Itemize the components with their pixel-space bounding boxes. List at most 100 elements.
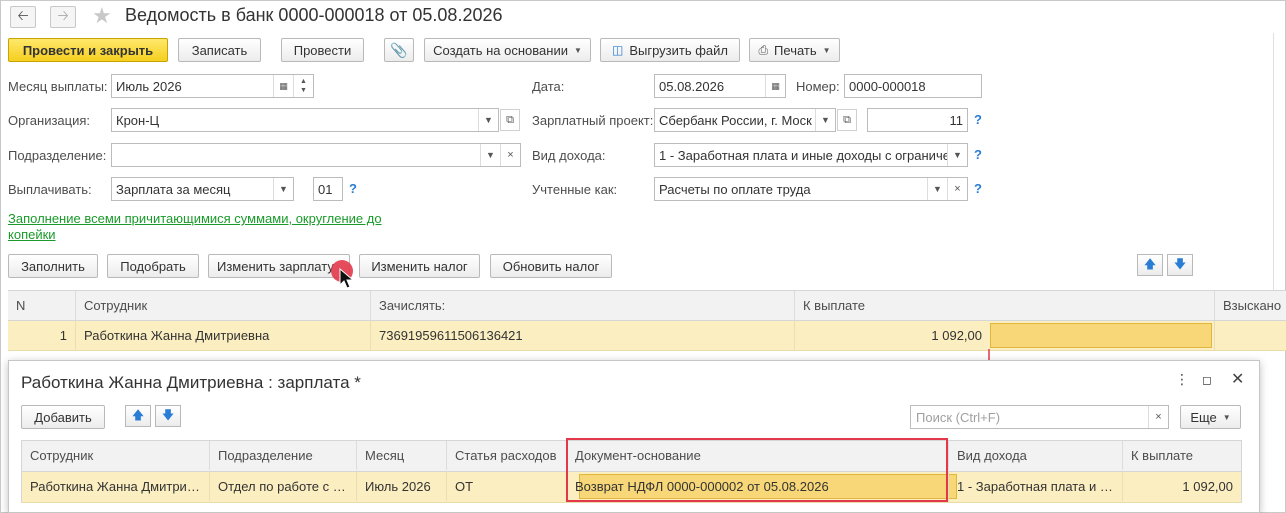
chevron-down-icon: ▼ [822,45,831,55]
back-button[interactable]: 🡠 [10,6,36,28]
chevron-down-icon[interactable]: ▼ [815,109,835,131]
help-icon[interactable]: ? [349,181,357,196]
table-header: N Сотрудник Зачислять: К выплате Взыскан… [8,290,1286,321]
move-down-button[interactable]: 🡇 [155,405,181,427]
col-month[interactable]: Месяц [356,441,446,470]
help-icon[interactable]: ? [974,147,982,162]
clear-icon[interactable]: × [500,144,520,166]
spinner-icon[interactable]: ▲ ▼ [293,75,313,97]
help-icon[interactable]: ? [974,112,982,127]
arrow-up-icon: 🡅 [1143,256,1157,271]
selected-cell[interactable] [990,323,1212,348]
add-button[interactable]: Добавить [21,405,105,429]
chevron-down-icon[interactable]: ▼ [480,144,500,166]
department-label: Подразделение: [8,148,107,163]
pay-label: Выплачивать: [8,182,92,197]
arrow-left-icon: 🡠 [17,7,29,23]
export-icon: ◫ [611,43,624,57]
clear-icon[interactable]: × [947,178,967,200]
col-n[interactable]: N [8,291,75,320]
col-employee[interactable]: Сотрудник [75,291,370,320]
cell-income-type: 1 - Заработная плата и … [948,472,1122,501]
col-income-type[interactable]: Вид дохода [948,441,1122,470]
export-file-label: Выгрузить файл [629,42,729,58]
clear-icon[interactable]: × [1148,406,1168,428]
more-actions-icon[interactable]: ⋮ [1175,371,1189,388]
col-collected[interactable]: Взыскано [1214,291,1286,320]
organization-field[interactable]: Крон-Ц ▼ [111,108,499,132]
cell-employee: Работкина Жанна Дмитриевна [75,321,370,350]
col-amount[interactable]: К выплате [794,291,1214,320]
open-salary-project-button[interactable]: ⧉ [837,109,857,131]
number-field[interactable]: 0000-000018 [844,74,982,98]
attach-button[interactable]: 📎 [384,38,414,62]
print-button[interactable]: ⎙ Печать ▼ [749,38,840,62]
maximize-icon[interactable]: ◻ [1202,373,1212,387]
more-label: Еще [1190,409,1217,425]
cell-expense: ОТ [446,472,566,501]
chevron-down-icon[interactable]: ▼ [478,109,498,131]
mouse-cursor-icon [339,268,355,289]
chevron-down-icon: ▼ [573,45,582,55]
salary-project-value: Сбербанк России, г. Моск [659,112,812,128]
create-based-on-label: Создать на основании [433,42,568,58]
forward-button[interactable]: 🡢 [50,6,76,28]
highlight-box [566,438,948,502]
fill-button[interactable]: Заполнить [8,254,98,278]
month-label: Месяц выплаты: [8,79,108,94]
change-tax-button[interactable]: Изменить налог [359,254,480,278]
help-icon[interactable]: ? [974,181,982,196]
col-expense[interactable]: Статья расходов [446,441,566,470]
project-count-value: 11 [949,112,964,128]
move-down-button[interactable]: 🡇 [1167,254,1193,276]
export-file-button[interactable]: ◫ Выгрузить файл [600,38,740,62]
col-amount[interactable]: К выплате [1122,441,1241,470]
page-title: Ведомость в банк 0000-000018 от 05.08.20… [125,5,503,25]
department-field[interactable]: ▼ × [111,143,521,167]
move-up-button[interactable]: 🡅 [1137,254,1163,276]
col-account[interactable]: Зачислять: [370,291,794,320]
cell-account: 7369195961150613642​1 [370,321,794,350]
search-placeholder: Поиск (Ctrl+F) [916,409,1001,425]
save-button[interactable]: Записать [178,38,261,62]
salary-project-field[interactable]: Сбербанк России, г. Моск ▼ [654,108,836,132]
income-type-field[interactable]: 1 - Заработная плата и иные доходы с огр… [654,143,968,167]
chevron-down-icon[interactable]: ▼ [947,144,967,166]
accounted-as-label: Учтенные как: [532,182,618,197]
number-value: 0000-000018 [849,78,926,94]
col-employee[interactable]: Сотрудник [22,441,209,470]
accounted-as-field[interactable]: Расчеты по оплате труда ▼ × [654,177,968,201]
scrollbar-track[interactable] [1273,33,1274,293]
calendar-icon[interactable]: ▦ [765,75,785,97]
post-button[interactable]: Провести [281,38,364,62]
project-count-field[interactable]: 11 [867,108,968,132]
move-up-button[interactable]: 🡅 [125,405,151,427]
chevron-down-icon: ▼ [1222,412,1231,422]
update-tax-button[interactable]: Обновить налог [490,254,612,278]
cell-department: Отдел по работе с … [209,472,356,501]
search-input[interactable]: Поиск (Ctrl+F) × [910,405,1169,429]
close-icon[interactable]: ✕ [1231,369,1244,389]
change-salary-button[interactable]: Изменить зарплату [208,254,350,278]
pick-button[interactable]: Подобрать [107,254,199,278]
month-field[interactable]: Июль 2026 ▦ ▲ ▼ [111,74,314,98]
fill-rounding-link[interactable]: Заполнение всеми причитающимися суммами,… [8,211,398,243]
open-organization-button[interactable]: ⧉ [500,109,520,131]
chevron-down-icon[interactable]: ▼ [273,178,293,200]
pay-field[interactable]: Зарплата за месяц ▼ [111,177,294,201]
chevron-down-icon[interactable]: ▼ [927,178,947,200]
more-button[interactable]: Еще ▼ [1180,405,1241,429]
favorite-star-icon[interactable]: ★ [92,4,112,28]
cell-collected [1214,321,1286,350]
col-department[interactable]: Подразделение [209,441,356,470]
cell-amount: 1 092,00 [1122,472,1241,501]
date-field[interactable]: 05.08.2026 ▦ [654,74,786,98]
calendar-icon[interactable]: ▦ [273,75,293,97]
create-based-on-button[interactable]: Создать на основании ▼ [424,38,591,62]
post-and-close-button[interactable]: Провести и закрыть [8,38,168,62]
pay-value: Зарплата за месяц [116,181,231,197]
arrow-up-icon: 🡅 [131,407,145,422]
month-value: Июль 2026 [116,78,182,94]
arrow-right-icon: 🡢 [57,7,69,23]
pay-code-field[interactable]: 01 [313,177,343,201]
